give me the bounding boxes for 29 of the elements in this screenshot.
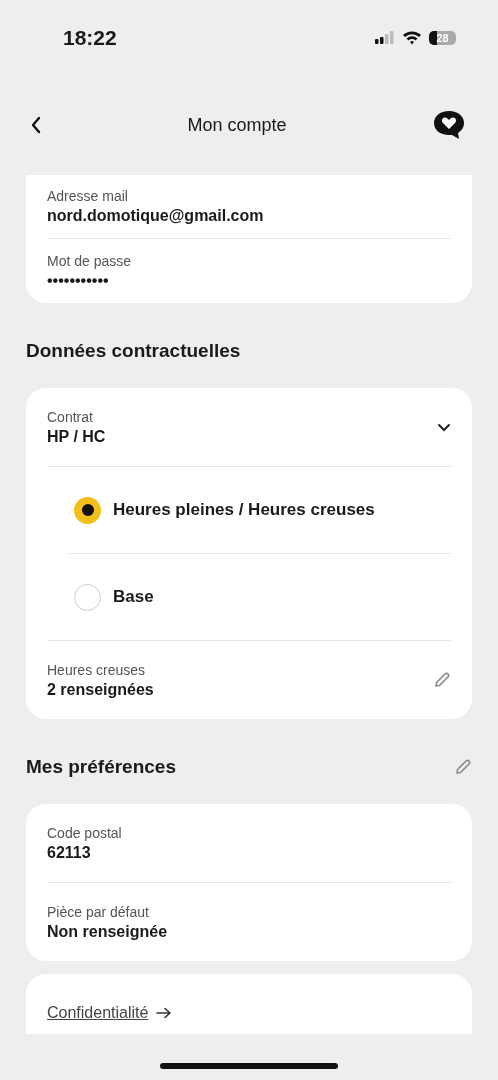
option-label: Heures pleines / Heures creuses (113, 500, 375, 520)
field-label: Adresse mail (47, 188, 129, 204)
field-value: Non renseignée (47, 922, 168, 941)
field-label: Contrat (47, 408, 94, 425)
page-title: Mon compte (187, 114, 287, 136)
edit-icon[interactable] (433, 671, 451, 689)
field-value: 62113 (47, 843, 92, 862)
back-button[interactable] (30, 116, 42, 134)
field-label: Mot de passe (47, 252, 132, 269)
edit-icon[interactable] (454, 757, 472, 776)
arrow-right-icon (156, 1007, 173, 1019)
wifi-icon (402, 30, 422, 45)
radio-button[interactable] (74, 496, 101, 524)
battery-icon: 28 (429, 30, 456, 45)
field-value: HP / HC (47, 427, 106, 446)
field-value: nord.domotique@gmail.com (47, 207, 264, 225)
field-value: 2 renseignées (47, 680, 154, 699)
status-time: 18:22 (63, 25, 117, 50)
field-value: ••••••••••• (47, 271, 110, 290)
section-title: Mes préférences (26, 755, 176, 778)
chevron-icon[interactable] (437, 422, 451, 432)
field-label: Heures creuses (47, 661, 147, 678)
option-label: Base (113, 587, 154, 607)
field-label: Pièce par défaut (47, 903, 150, 920)
section-title: Données contractuelles (26, 339, 241, 362)
field-label: Code postal (47, 824, 122, 841)
heart-chat-icon[interactable] (432, 110, 466, 140)
privacy-link[interactable]: Confidentialité (47, 1004, 149, 1022)
signal-icon (375, 31, 395, 44)
